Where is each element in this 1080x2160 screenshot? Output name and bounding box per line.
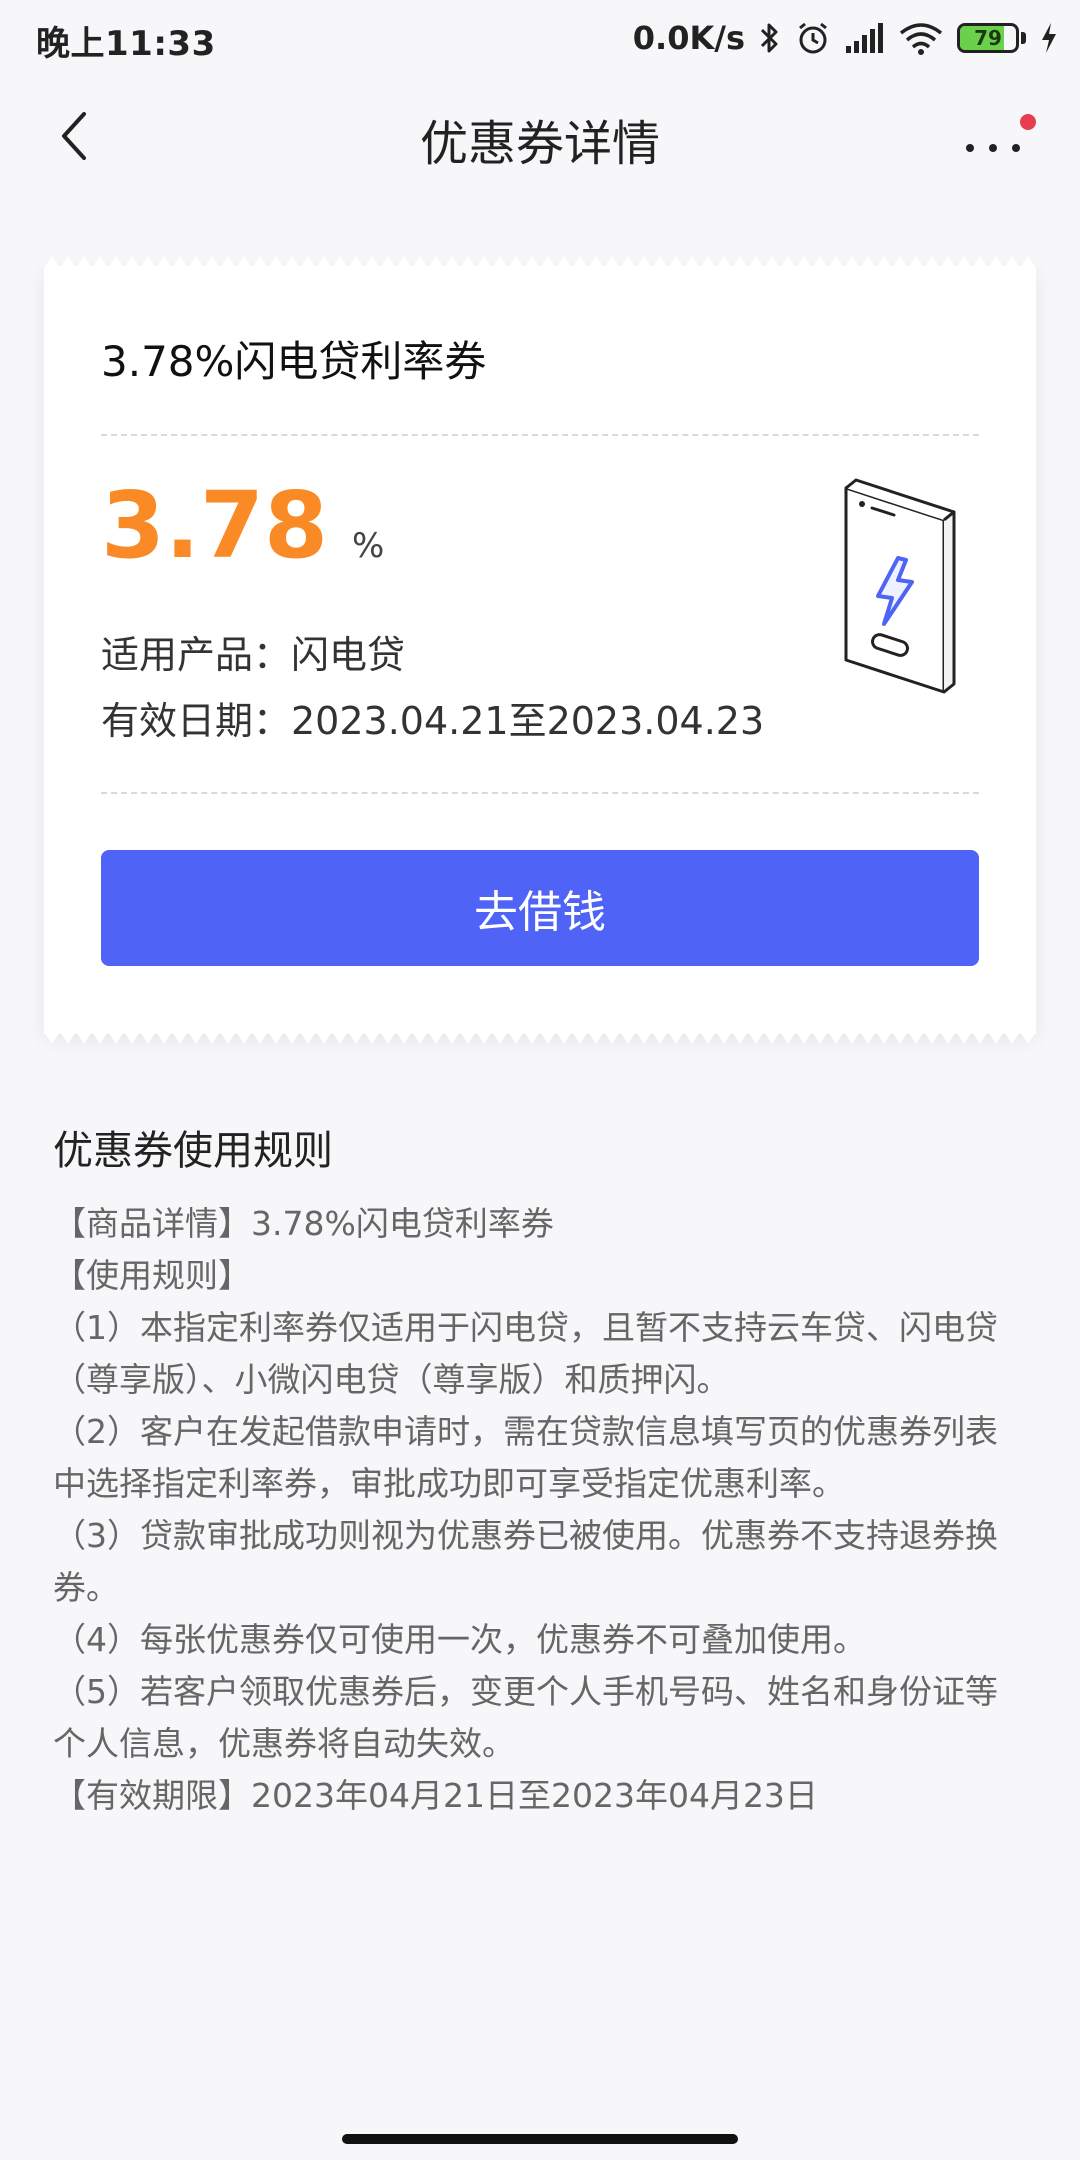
coupon-card: 3.78%闪电贷利率券 3.78 % 适用产品：闪电贷 有效日期：2023.04… xyxy=(44,256,1036,1044)
more-button[interactable] xyxy=(966,114,1036,164)
status-time: 晚上11:33 xyxy=(36,24,216,64)
charging-icon xyxy=(1040,22,1058,54)
card-edge-top xyxy=(44,256,1036,268)
rule-line: （3）贷款审批成功则视为优惠券已被使用。优惠券不支持退券换券。 xyxy=(53,1516,998,1607)
rule-line: （2）客户在发起借款申请时，需在贷款信息填写页的优惠券列表中选择指定利率券，审批… xyxy=(53,1412,998,1503)
battery-level: 79 xyxy=(974,26,1002,50)
notification-dot xyxy=(1020,114,1036,130)
rule-line: 【有效期限】2023年04月21日至2023年04月23日 xyxy=(53,1776,818,1815)
signal-icon xyxy=(845,22,885,54)
rules-title: 优惠券使用规则 xyxy=(53,1128,333,1174)
rule-line: （4）每张优惠券仅可使用一次，优惠券不可叠加使用。 xyxy=(53,1620,866,1659)
status-bar: 晚上11:33 0.0K/s 79 xyxy=(0,0,1080,76)
page-title: 优惠券详情 xyxy=(419,116,660,172)
home-indicator[interactable] xyxy=(342,2134,738,2144)
rule-line: （5）若客户领取优惠券后，变更个人手机号码、姓名和身份证等个人信息，优惠券将自动… xyxy=(53,1672,998,1763)
rate-display: 3.78 % xyxy=(101,480,384,572)
rate-unit: % xyxy=(352,526,385,566)
coupon-name: 3.78%闪电贷利率券 xyxy=(101,337,487,386)
rule-line: （1）本指定利率券仅适用于闪电贷，且暂不支持云车贷、闪电贷（尊享版）、小微闪电贷… xyxy=(53,1308,998,1399)
nav-header: 优惠券详情 xyxy=(0,76,1080,198)
rate-value: 3.78 xyxy=(101,472,328,579)
rules-body: 【商品详情】3.78%闪电贷利率券 【使用规则】 （1）本指定利率券仅适用于闪电… xyxy=(53,1198,1028,1822)
validity-date: 有效日期：2023.04.21至2023.04.23 xyxy=(101,699,765,743)
more-dots-icon xyxy=(966,144,1020,152)
bluetooth-icon xyxy=(759,21,781,55)
card-divider-top xyxy=(101,434,979,436)
rule-line: 【使用规则】 xyxy=(53,1256,251,1295)
card-edge-bottom xyxy=(44,1032,1036,1044)
phone-lightning-icon xyxy=(832,474,982,698)
alarm-icon xyxy=(795,20,831,56)
card-divider-bottom xyxy=(101,792,979,794)
applicable-product: 适用产品：闪电贷 xyxy=(101,633,406,677)
battery-cap xyxy=(1021,32,1026,44)
rule-line: 【商品详情】3.78%闪电贷利率券 xyxy=(53,1204,554,1243)
wifi-icon xyxy=(899,21,943,55)
network-speed: 0.0K/s xyxy=(632,19,745,57)
status-icons: 0.0K/s 79 xyxy=(633,14,1058,62)
borrow-button[interactable]: 去借钱 xyxy=(101,850,979,966)
battery-icon: 79 xyxy=(957,23,1019,53)
